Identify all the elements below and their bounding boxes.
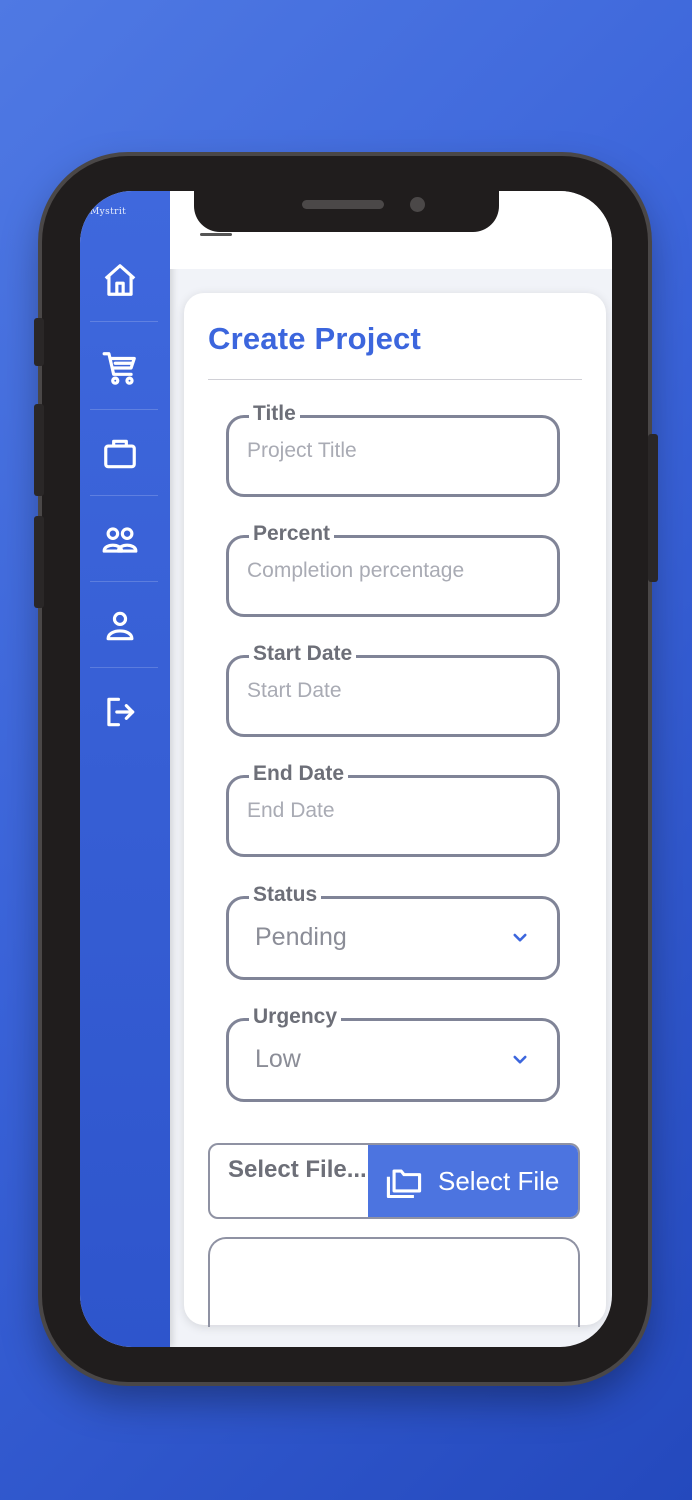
brand-logo: Mystrit: [90, 207, 127, 217]
title-divider: [208, 379, 582, 380]
users-icon: [102, 527, 138, 553]
sidebar-item-logout[interactable]: [80, 669, 160, 755]
chevron-down-icon: [513, 933, 527, 942]
sidebar-item-teams[interactable]: [80, 497, 160, 583]
page-title: Create Project: [208, 321, 422, 356]
phone-side-button: [34, 404, 44, 496]
percent-field: Percent: [226, 522, 560, 617]
logout-icon: [107, 697, 135, 727]
sidebar-item-cart[interactable]: [80, 325, 160, 411]
user-icon: [106, 611, 134, 641]
briefcase-icon: [104, 439, 136, 469]
phone-side-button: [34, 516, 44, 608]
file-picker: Select File... Select File: [208, 1143, 580, 1219]
title-field: Title: [226, 402, 560, 497]
select-file-label: Select File: [438, 1165, 560, 1196]
front-camera: [410, 197, 425, 212]
status-select[interactable]: Status Pending: [226, 883, 560, 980]
divider: [90, 667, 158, 668]
divider: [90, 581, 158, 582]
end-date-field: End Date: [226, 762, 560, 857]
home-icon: [104, 264, 136, 296]
hamburger-menu-icon[interactable]: [200, 233, 232, 239]
start-date-label: Start Date: [249, 642, 357, 666]
start-date-input[interactable]: [245, 678, 539, 704]
sidebar: Mystrit: [80, 191, 170, 1347]
divider: [90, 321, 158, 322]
urgency-select[interactable]: Urgency Low: [226, 1005, 560, 1102]
sidebar-item-profile[interactable]: [80, 583, 160, 669]
folders-icon: [386, 1169, 422, 1198]
percent-input[interactable]: [245, 558, 539, 584]
start-date-field: Start Date: [226, 642, 560, 737]
cart-icon: [102, 352, 136, 385]
sidebar-item-home[interactable]: [80, 237, 160, 323]
end-date-input[interactable]: [245, 798, 539, 824]
speaker-grille: [302, 200, 384, 209]
status-value: Pending: [255, 923, 347, 951]
description-textarea[interactable]: [208, 1237, 580, 1327]
title-input[interactable]: [245, 438, 539, 464]
status-label: Status: [249, 883, 322, 907]
app-screen: Mystrit Create Project Title Project Tit…: [80, 191, 612, 1347]
phone-side-button: [648, 434, 658, 582]
chevron-down-icon: [513, 1055, 527, 1064]
divider: [90, 495, 158, 496]
sidebar-item-projects[interactable]: [80, 411, 160, 497]
phone-side-button: [34, 318, 44, 366]
select-file-button[interactable]: Select File: [368, 1145, 578, 1217]
urgency-label: Urgency: [249, 1005, 342, 1029]
create-project-card: Create Project Title Percent Start Date …: [184, 293, 606, 1327]
phone-notch: [194, 186, 499, 232]
title-label: Title: [249, 402, 300, 426]
percent-label: Percent: [249, 522, 335, 546]
divider: [90, 409, 158, 410]
file-name-display[interactable]: Select File...: [210, 1145, 368, 1217]
end-date-label: End Date: [249, 762, 349, 786]
urgency-value: Low: [255, 1045, 301, 1073]
